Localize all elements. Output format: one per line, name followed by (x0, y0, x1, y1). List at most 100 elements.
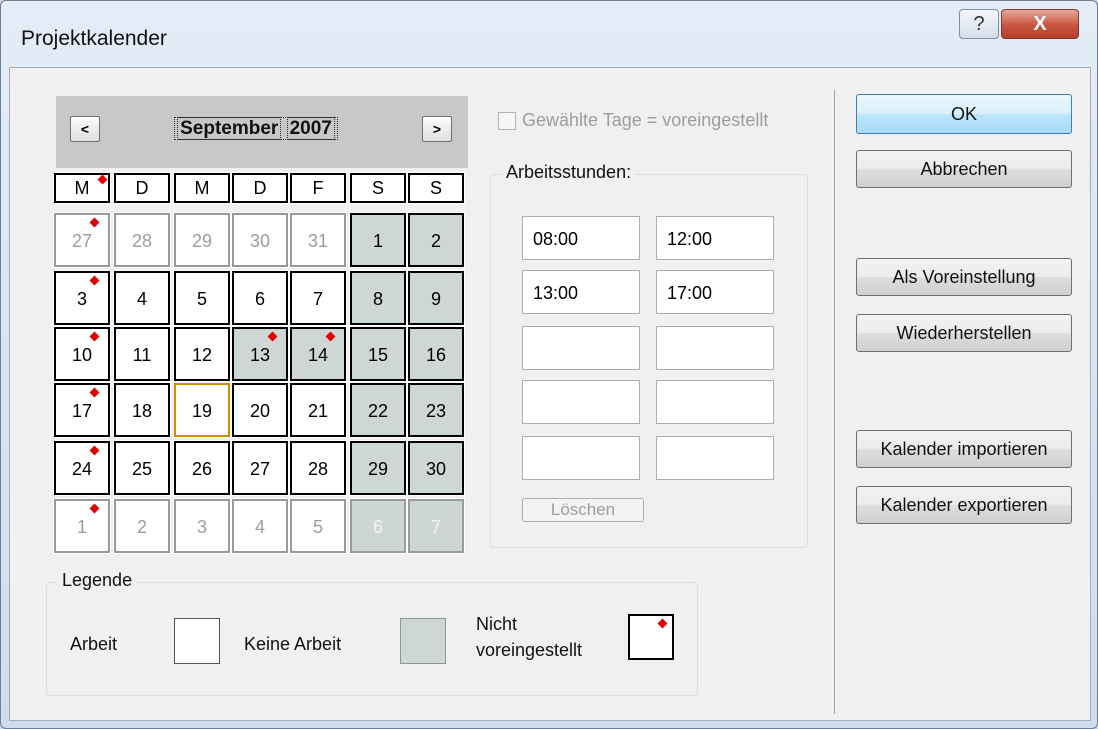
hours-from-4[interactable] (522, 380, 640, 424)
not-default-marker-icon (325, 331, 336, 342)
hours-to-3[interactable] (656, 326, 774, 370)
calendar-day[interactable]: 1 (349, 212, 407, 268)
calendar-grid: M D M D F S S 27 28 29 30 31 1 2 3 4 5 6 7 8 9 10 11 12 13 14 15 16… (53, 172, 470, 559)
calendar-day[interactable]: 18 (113, 382, 171, 438)
calendar-day[interactable]: 12 (173, 326, 231, 382)
hours-to-1[interactable]: 12:00 (656, 216, 774, 260)
calendar-day[interactable]: 11 (113, 326, 171, 382)
help-button[interactable]: ? (959, 9, 999, 39)
not-default-marker-icon (89, 217, 100, 228)
not-default-marker-icon (97, 174, 108, 185)
ok-button[interactable]: OK (856, 94, 1072, 134)
calendar-day[interactable]: 9 (407, 270, 465, 326)
title-bar: Projektkalender ? X (1, 1, 1097, 71)
previous-month-button[interactable]: < (70, 116, 100, 142)
default-days-checkbox-label: Gewählte Tage = voreingestellt (522, 110, 769, 130)
calendar-day[interactable]: 27 (53, 212, 111, 268)
calendar-day[interactable]: 1 (53, 498, 111, 554)
restore-button[interactable]: Wiederherstellen (856, 314, 1072, 352)
weekday-header[interactable]: F (289, 172, 347, 204)
month-year-label[interactable]: September 2007 (156, 116, 356, 142)
hours-to-4[interactable] (656, 380, 774, 424)
calendar-day[interactable]: 24 (53, 440, 111, 496)
weekday-header[interactable]: S (349, 172, 407, 204)
calendar-day[interactable]: 21 (289, 382, 347, 438)
next-month-button[interactable]: > (422, 116, 452, 142)
calendar-day[interactable]: 7 (289, 270, 347, 326)
default-days-checkbox[interactable] (498, 112, 516, 130)
calendar-day[interactable]: 30 (231, 212, 289, 268)
calendar-day[interactable]: 2 (113, 498, 171, 554)
not-default-marker-icon (89, 445, 100, 456)
legend-nowork-label: Keine Arbeit (244, 634, 342, 654)
vertical-divider (834, 90, 835, 714)
legend-work-label: Arbeit (70, 634, 118, 654)
weekday-header[interactable]: S (407, 172, 465, 204)
hours-from-2[interactable]: 13:00 (522, 270, 640, 314)
calendar-header: < September 2007 > (56, 96, 468, 168)
calendar-day[interactable]: 22 (349, 382, 407, 438)
calendar-day[interactable]: 3 (173, 498, 231, 554)
not-default-marker-icon (89, 503, 100, 514)
calendar-day[interactable]: 3 (53, 270, 111, 326)
hours-to-5[interactable] (656, 436, 774, 480)
calendar-day[interactable]: 16 (407, 326, 465, 382)
calendar-day[interactable]: 29 (173, 212, 231, 268)
calendar-day[interactable]: 5 (173, 270, 231, 326)
not-default-marker-icon (89, 275, 100, 286)
hours-from-5[interactable] (522, 436, 640, 480)
weekday-header[interactable]: M (173, 172, 231, 204)
month-name: September (177, 117, 282, 140)
calendar-day[interactable]: 10 (53, 326, 111, 382)
legend-notdefault-label-line2: voreingestellt (476, 640, 583, 660)
import-calendar-button[interactable]: Kalender importieren (856, 430, 1072, 468)
calendar-day[interactable]: 28 (113, 212, 171, 268)
dialog-body: < September 2007 > M D M D F S S 27 28 29 30 31 1 2 3 4… (9, 67, 1091, 721)
calendar-day[interactable]: 31 (289, 212, 347, 268)
cancel-button[interactable]: Abbrechen (856, 150, 1072, 188)
not-default-marker-icon (267, 331, 278, 342)
weekday-header[interactable]: D (113, 172, 171, 204)
calendar-day[interactable]: 20 (231, 382, 289, 438)
calendar-day[interactable]: 8 (349, 270, 407, 326)
calendar-day[interactable]: 29 (349, 440, 407, 496)
not-default-marker-icon (89, 387, 100, 398)
clear-hours-button[interactable]: Löschen (522, 498, 644, 522)
working-hours-title: Arbeitsstunden: (502, 162, 636, 183)
legend-title: Legende (58, 570, 137, 591)
calendar-day[interactable]: 4 (113, 270, 171, 326)
calendar-day[interactable]: 27 (231, 440, 289, 496)
project-calendar-dialog: Projektkalender ? X < September 2007 > M… (0, 0, 1098, 729)
calendar-day[interactable]: 26 (173, 440, 231, 496)
hours-from-3[interactable] (522, 326, 640, 370)
calendar-day[interactable]: 19 (173, 382, 231, 438)
calendar-day[interactable]: 23 (407, 382, 465, 438)
calendar-day[interactable]: 6 (231, 270, 289, 326)
set-default-button[interactable]: Als Voreinstellung (856, 258, 1072, 296)
legend-nowork-swatch (400, 618, 446, 664)
calendar-day[interactable]: 15 (349, 326, 407, 382)
weekday-header[interactable]: M (53, 172, 111, 204)
calendar-day[interactable]: 17 (53, 382, 111, 438)
calendar-day[interactable]: 6 (349, 498, 407, 554)
year-value: 2007 (286, 117, 335, 140)
not-default-marker-icon (657, 618, 668, 629)
legend-group (46, 582, 698, 696)
calendar-day[interactable]: 13 (231, 326, 289, 382)
weekday-header[interactable]: D (231, 172, 289, 204)
calendar-day[interactable]: 7 (407, 498, 465, 554)
legend-work-swatch (174, 618, 220, 664)
legend-notdefault-label-line1: Nicht (476, 614, 518, 634)
export-calendar-button[interactable]: Kalender exportieren (856, 486, 1072, 524)
hours-to-2[interactable]: 17:00 (656, 270, 774, 314)
calendar-day[interactable]: 4 (231, 498, 289, 554)
calendar-day[interactable]: 30 (407, 440, 465, 496)
calendar-day[interactable]: 25 (113, 440, 171, 496)
calendar-day[interactable]: 14 (289, 326, 347, 382)
not-default-marker-icon (89, 331, 100, 342)
calendar-day[interactable]: 2 (407, 212, 465, 268)
close-button[interactable]: X (1001, 9, 1079, 39)
hours-from-1[interactable]: 08:00 (522, 216, 640, 260)
calendar-day[interactable]: 28 (289, 440, 347, 496)
calendar-day[interactable]: 5 (289, 498, 347, 554)
